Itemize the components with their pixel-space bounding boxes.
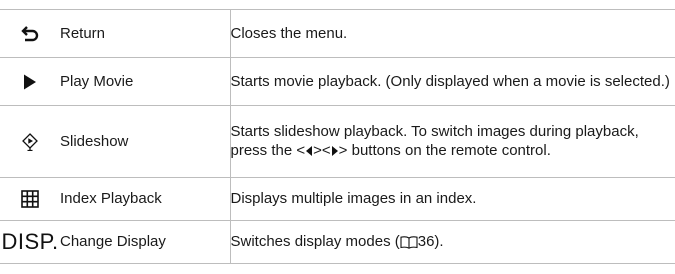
icon-cell (0, 105, 60, 178)
icon-cell (0, 177, 60, 221)
description-text: Switches display modes ( (230, 233, 400, 250)
option-name: Change Display (60, 220, 231, 264)
page-reference: 36 (417, 233, 435, 250)
slideshow-icon (22, 132, 38, 151)
icon-cell (0, 10, 60, 58)
option-description: Displays multiple images in an index. (230, 177, 675, 221)
book-reference-icon (400, 235, 418, 249)
left-arrow-button-icon (305, 145, 313, 157)
option-description: Switches display modes ( 36). (230, 220, 675, 264)
option-description: Closes the menu. (230, 10, 675, 58)
table-row: Slideshow Starts slideshow playback. To … (0, 105, 675, 178)
table-row: Play Movie Starts movie playback. (Only … (0, 57, 675, 106)
right-arrow-button-icon (331, 145, 339, 157)
option-description: Starts slideshow playback. To switch ima… (230, 105, 675, 178)
description-text: > buttons on the remote control. (338, 142, 551, 159)
description-text: >< (313, 142, 331, 159)
option-description: Starts movie playback. (Only displayed w… (230, 57, 675, 106)
option-name: Return (60, 10, 231, 58)
return-arrow-icon (21, 25, 39, 43)
option-name: Slideshow (60, 105, 231, 178)
option-name: Index Playback (60, 177, 231, 221)
disp-button-label: DISP. (1, 228, 59, 254)
table-row: Index Playback Displays multiple images … (0, 177, 675, 221)
menu-options-table: Return Closes the menu. Play Movie Start… (0, 10, 675, 264)
option-name: Play Movie (60, 57, 231, 106)
table-row: Return Closes the menu. (0, 10, 675, 58)
icon-cell: DISP. (0, 220, 60, 264)
index-grid-icon (21, 190, 39, 208)
play-icon (23, 74, 37, 90)
icon-cell (0, 57, 60, 106)
description-text: ). (434, 233, 444, 250)
table-row: DISP. Change Display Switches display mo… (0, 220, 675, 264)
